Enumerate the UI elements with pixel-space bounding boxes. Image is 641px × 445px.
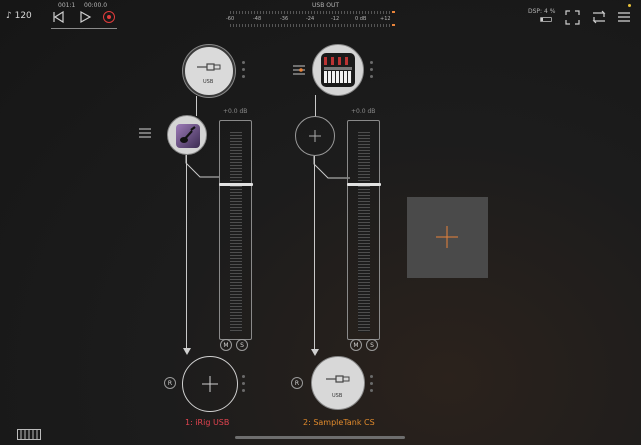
meter-scale-label: -24 xyxy=(306,16,315,22)
output-label: USB xyxy=(332,393,343,399)
input-usb-button[interactable]: USB xyxy=(183,45,235,97)
guitar-plugin-icon xyxy=(176,124,200,148)
fullscreen-icon[interactable] xyxy=(565,10,580,25)
time-display: 00:00.0 xyxy=(84,2,108,9)
status-dot xyxy=(628,4,631,7)
meter-peak-indicator xyxy=(392,11,395,13)
output-options-dots[interactable] xyxy=(242,375,245,396)
output-meter: -60 -48 -36 -24 -12 0 dB +12 xyxy=(224,10,396,30)
tempo-display[interactable]: ♪ 120 xyxy=(6,11,32,21)
usb-plug-icon xyxy=(326,375,350,383)
channel-name[interactable]: 1: iRig USB xyxy=(185,418,229,427)
solo-button[interactable]: S xyxy=(366,339,378,351)
mute-button[interactable]: M xyxy=(220,339,232,351)
plus-icon xyxy=(202,376,218,392)
top-bar: ♪ 120 001:1 00:00.0 USB OUT -60 -48 -36 … xyxy=(0,0,641,34)
channel-strip-2: +0.0 dB M S R USB 2: SampleTank CS xyxy=(258,40,398,430)
gain-label: +0.0 dB xyxy=(351,108,376,115)
input-options-dots[interactable] xyxy=(242,61,245,82)
plus-icon xyxy=(309,130,321,142)
record-icon[interactable] xyxy=(103,11,115,23)
keyboard-icon[interactable] xyxy=(17,429,41,440)
meter-scale-label: -36 xyxy=(280,16,289,22)
output-options-dots[interactable] xyxy=(370,375,373,396)
hamburger-icon[interactable] xyxy=(138,126,152,140)
meter-scale-label: 0 dB xyxy=(355,16,367,22)
meter-scale-label: -60 xyxy=(226,16,235,22)
routing-icon[interactable] xyxy=(591,9,607,25)
level-meter xyxy=(358,132,370,332)
dsp-load: DSP: 4 % xyxy=(528,8,556,15)
meter-peak-indicator xyxy=(392,24,395,26)
mute-button[interactable]: M xyxy=(350,339,362,351)
add-output-button[interactable] xyxy=(182,356,238,412)
record-arm-button[interactable]: R xyxy=(164,377,176,389)
eq-slider-icon[interactable] xyxy=(292,63,306,77)
meter-scale-label: -48 xyxy=(253,16,262,22)
record-arm-button[interactable]: R xyxy=(291,377,303,389)
battery-icon xyxy=(540,17,552,22)
usb-plug-icon xyxy=(197,63,221,71)
channel-name[interactable]: 2: SampleTank CS xyxy=(303,418,375,427)
instrument-options-dots[interactable] xyxy=(370,61,373,82)
gain-label: +0.0 dB xyxy=(223,108,248,115)
output-usb-button[interactable]: USB xyxy=(311,356,365,410)
play-icon[interactable] xyxy=(78,10,92,24)
bar-position: 001:1 xyxy=(58,2,76,9)
meter-title: USB OUT xyxy=(312,2,340,9)
add-channel-button[interactable] xyxy=(407,197,488,278)
plus-icon xyxy=(436,226,458,248)
instrument-sampletank[interactable] xyxy=(312,44,364,96)
input-label: USB xyxy=(203,79,214,85)
plugin-guitar-amp[interactable] xyxy=(167,115,207,155)
home-indicator[interactable] xyxy=(235,436,405,439)
meter-scale-label: +12 xyxy=(380,16,391,22)
fader-cap[interactable] xyxy=(219,183,253,186)
keyboard-synth-icon xyxy=(321,53,355,87)
add-plugin-button[interactable] xyxy=(295,116,335,156)
rewind-icon[interactable] xyxy=(51,10,65,24)
menu-icon[interactable] xyxy=(617,10,631,24)
meter-scale-label: -12 xyxy=(331,16,340,22)
transport-progress-line xyxy=(51,28,117,29)
solo-button[interactable]: S xyxy=(236,339,248,351)
fader-cap[interactable] xyxy=(347,183,381,186)
level-meter xyxy=(230,132,242,332)
channel-strip-1: USB +0.0 dB M S R 1: iRig USB xyxy=(130,40,260,430)
